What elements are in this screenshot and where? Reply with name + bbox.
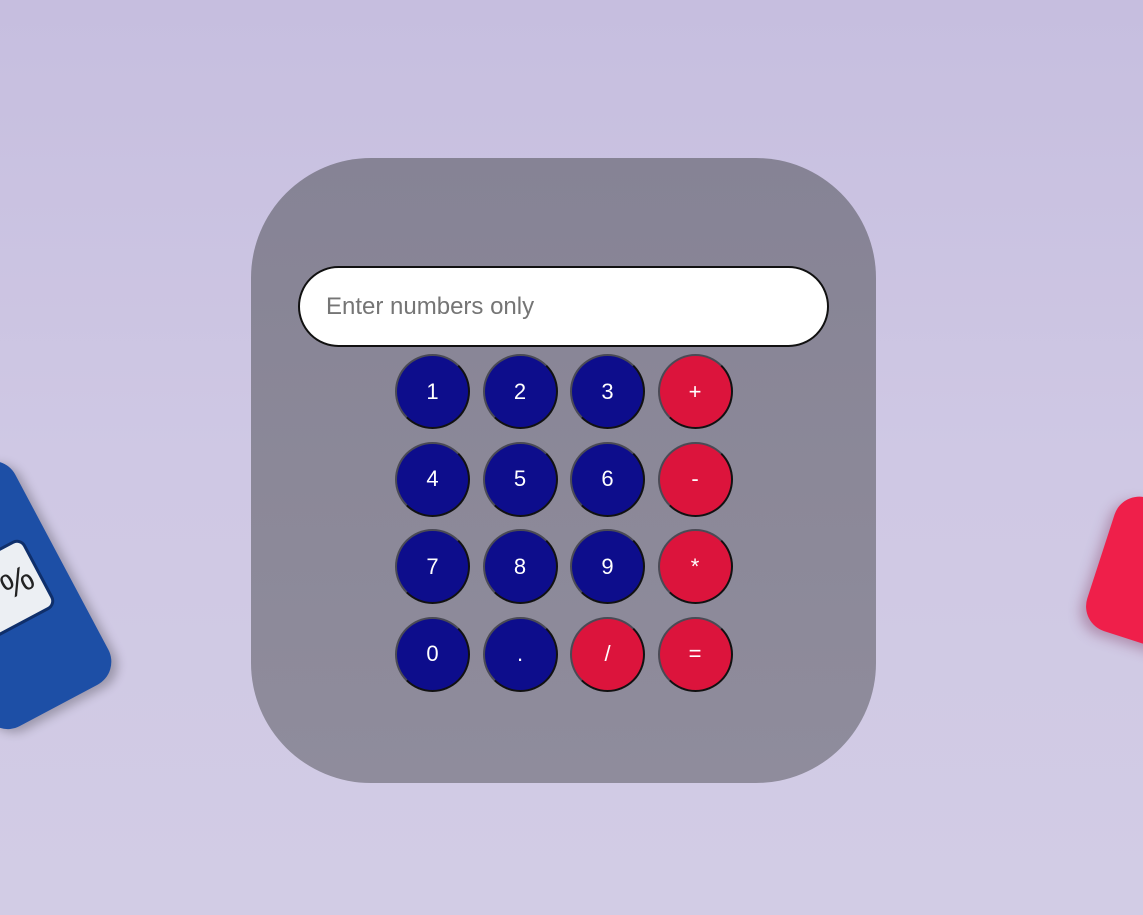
calculator-card: 1 2 3 + 4 5 6 - 7 8 9 * 0 . / = [251, 158, 876, 783]
key-4-button[interactable]: 4 [395, 441, 470, 517]
key-5-button[interactable]: 5 [482, 441, 558, 517]
key-9-button[interactable]: 9 [570, 529, 645, 604]
key-1-button[interactable]: 1 [395, 354, 470, 429]
number-input[interactable] [298, 266, 829, 347]
add-button[interactable]: + [657, 354, 733, 429]
equals-button[interactable]: = [657, 616, 733, 692]
key-6-button[interactable]: 6 [570, 441, 645, 517]
key-0-button[interactable]: 0 [395, 616, 470, 692]
key-7-button[interactable]: 7 [395, 529, 470, 604]
calculator-prop-red [1079, 489, 1143, 661]
key-8-button[interactable]: 8 [482, 529, 558, 604]
decimal-point-button[interactable]: . [482, 616, 558, 692]
multiply-button[interactable]: * [657, 529, 733, 604]
key-2-button[interactable]: 2 [482, 354, 558, 429]
subtract-button[interactable]: - [657, 441, 733, 517]
keypad: 1 2 3 + 4 5 6 - 7 8 9 * 0 . / = [395, 354, 733, 692]
divide-button[interactable]: / [570, 616, 645, 692]
key-3-button[interactable]: 3 [570, 354, 645, 429]
percent-key-label: % [0, 556, 41, 608]
